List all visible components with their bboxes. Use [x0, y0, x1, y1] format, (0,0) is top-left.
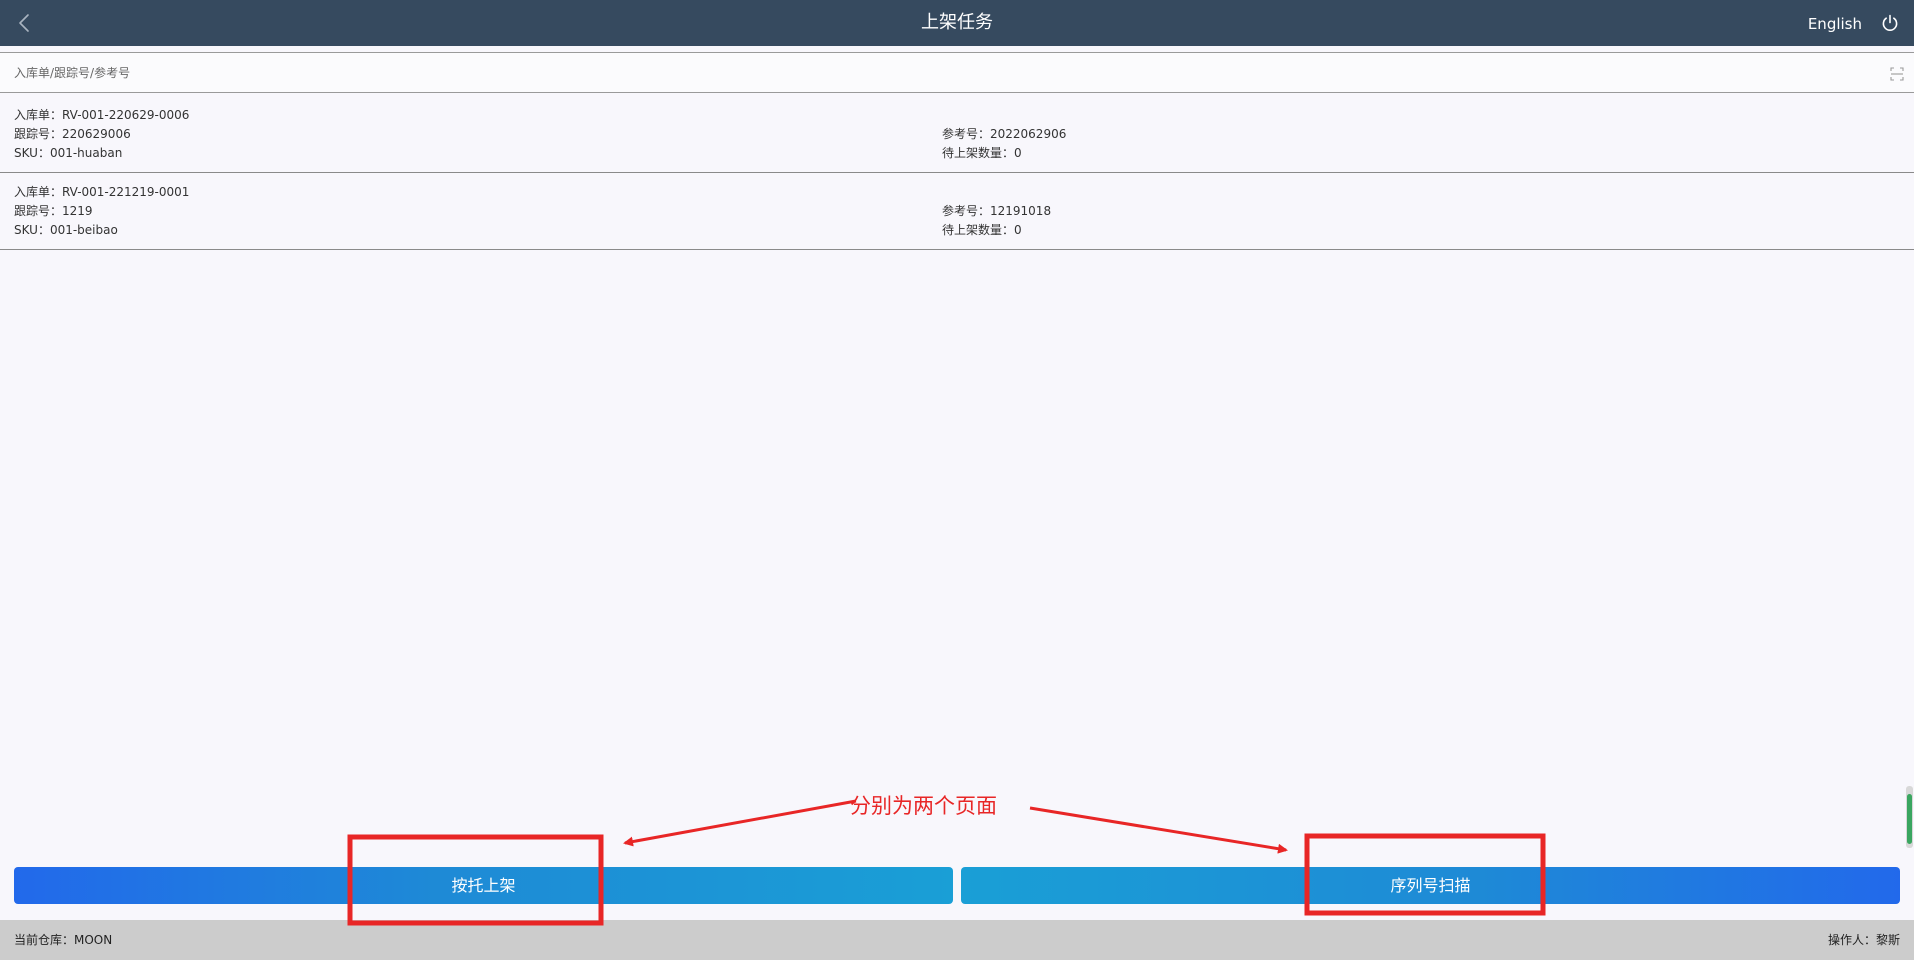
pending-quantity: 待上架数量：0 [942, 223, 1022, 237]
pallet-shelving-button[interactable]: 按托上架 [14, 867, 953, 904]
tracking-number: 跟踪号：220629006 [14, 127, 131, 141]
sku: SKU：001-huaban [14, 146, 123, 160]
reference-number: 参考号：12191018 [942, 204, 1052, 218]
back-button[interactable] [12, 10, 38, 36]
scan-icon [1890, 67, 1904, 81]
operator: 操作人：黎斯 [1827, 933, 1900, 947]
top-bar: 上架任务 English [0, 0, 1914, 46]
list-item[interactable]: 入库单：RV-001-221219-0001 跟踪号：1219 SKU：001-… [0, 172, 1914, 250]
chevron-left-icon [19, 14, 29, 32]
sku: SKU：001-beibao [14, 223, 118, 237]
annotation-arrow-left [623, 799, 857, 847]
scrollbar-thumb [1906, 786, 1913, 848]
list-item[interactable]: 入库单：RV-001-220629-0006 跟踪号：220629006 SKU… [0, 95, 1914, 173]
scan-button[interactable] [1890, 66, 1904, 81]
pending-quantity: 待上架数量：0 [942, 146, 1022, 160]
page-title: 上架任务 [921, 12, 993, 33]
inbound-order: 入库单：RV-001-221219-0001 [14, 185, 190, 199]
annotation-arrow-right [1029, 806, 1288, 854]
search-bar [0, 52, 1914, 93]
scrollbar[interactable] [1905, 786, 1914, 848]
logout-button[interactable] [1880, 13, 1900, 33]
reference-number: 参考号：2022062906 [942, 127, 1067, 141]
annotation-label: 分别为两个页面 [850, 794, 997, 818]
current-warehouse: 当前仓库：MOON [14, 933, 113, 947]
serial-scan-button[interactable]: 序列号扫描 [961, 867, 1900, 904]
search-input[interactable] [8, 59, 1880, 86]
language-switch[interactable]: English [1808, 0, 1862, 46]
inbound-order: 入库单：RV-001-220629-0006 [14, 108, 190, 122]
tracking-number: 跟踪号：1219 [14, 204, 93, 218]
power-icon [1882, 14, 1898, 31]
status-bar: 当前仓库：MOON 操作人：黎斯 [0, 920, 1914, 960]
